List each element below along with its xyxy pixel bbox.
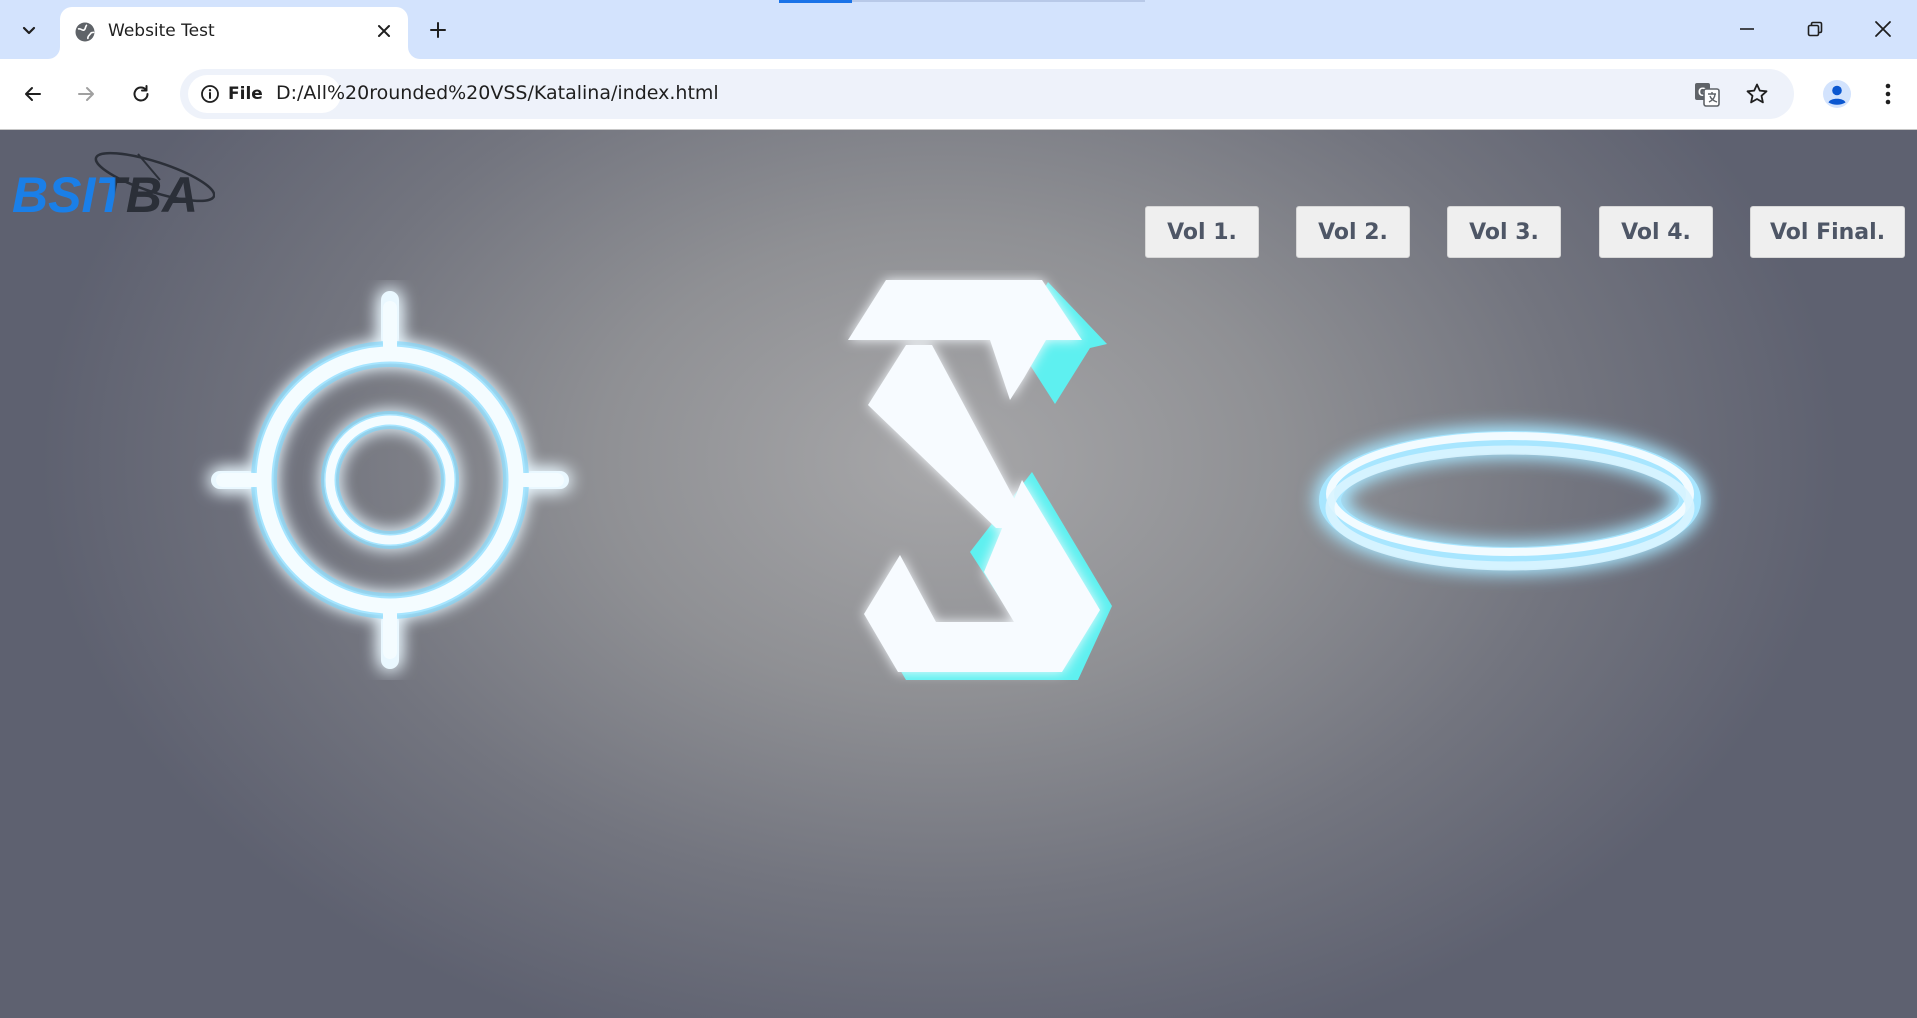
- forward-arrow-icon: [78, 87, 94, 101]
- new-tab-button[interactable]: [420, 12, 456, 48]
- vol-1-button[interactable]: Vol 1.: [1145, 206, 1259, 258]
- tab-search-button[interactable]: [9, 10, 49, 50]
- globe-icon: [75, 22, 95, 42]
- translate-button[interactable]: G: [1692, 79, 1722, 109]
- browser-toolbar: File D:/All%20rounded%20VSS/Katalina/ind…: [0, 59, 1917, 130]
- loading-track: [852, 0, 1145, 2]
- vol-2-button[interactable]: Vol 2.: [1296, 206, 1410, 258]
- vol-final-button[interactable]: Vol Final.: [1750, 206, 1905, 258]
- s-emblem-logo: [848, 280, 1112, 680]
- minimize-icon: [1740, 28, 1754, 30]
- browser-tab[interactable]: Website Test: [60, 7, 408, 59]
- bookmark-button[interactable]: [1742, 79, 1772, 109]
- close-icon: [378, 25, 390, 37]
- tab-title: Website Test: [108, 21, 215, 41]
- back-button[interactable]: [13, 74, 53, 114]
- url-text[interactable]: D:/All%20rounded%20VSS/Katalina/index.ht…: [276, 82, 719, 104]
- kebab-menu-icon: [1885, 83, 1891, 105]
- restore-icon: [1807, 21, 1823, 37]
- info-icon: [201, 85, 219, 103]
- vol-3-button[interactable]: Vol 3.: [1447, 206, 1561, 258]
- plus-icon: [430, 22, 446, 38]
- halo-ring-icon: [1319, 431, 1701, 571]
- scheme-label: File: [228, 84, 263, 104]
- crosshair-icon: [211, 291, 569, 669]
- profile-icon: [1823, 80, 1851, 108]
- forward-button[interactable]: [66, 74, 106, 114]
- tab-strip: Website Test: [0, 0, 1917, 59]
- address-bar[interactable]: File D:/All%20rounded%20VSS/Katalina/ind…: [180, 69, 1794, 119]
- reload-button[interactable]: [121, 74, 161, 114]
- star-icon: [1746, 83, 1768, 104]
- page-viewport: BSITBA Vol 1. Vol 2. Vol 3. Vol 4. Vol F…: [0, 130, 1917, 1018]
- volume-nav: Vol 1. Vol 2. Vol 3. Vol 4. Vol Final.: [0, 130, 1917, 270]
- chevron-down-icon: [22, 26, 36, 35]
- translate-icon: G: [1695, 83, 1720, 107]
- back-arrow-icon: [25, 87, 41, 101]
- reload-icon: [133, 85, 149, 102]
- loading-indicator: [779, 0, 852, 3]
- close-window-button[interactable]: [1849, 0, 1917, 58]
- minimize-button[interactable]: [1713, 0, 1781, 58]
- close-icon: [1875, 21, 1891, 37]
- vol-4-button[interactable]: Vol 4.: [1599, 206, 1713, 258]
- restore-button[interactable]: [1781, 0, 1849, 58]
- close-tab-button[interactable]: [370, 17, 398, 45]
- browser-menu-button[interactable]: [1870, 74, 1906, 114]
- profile-button[interactable]: [1817, 74, 1857, 114]
